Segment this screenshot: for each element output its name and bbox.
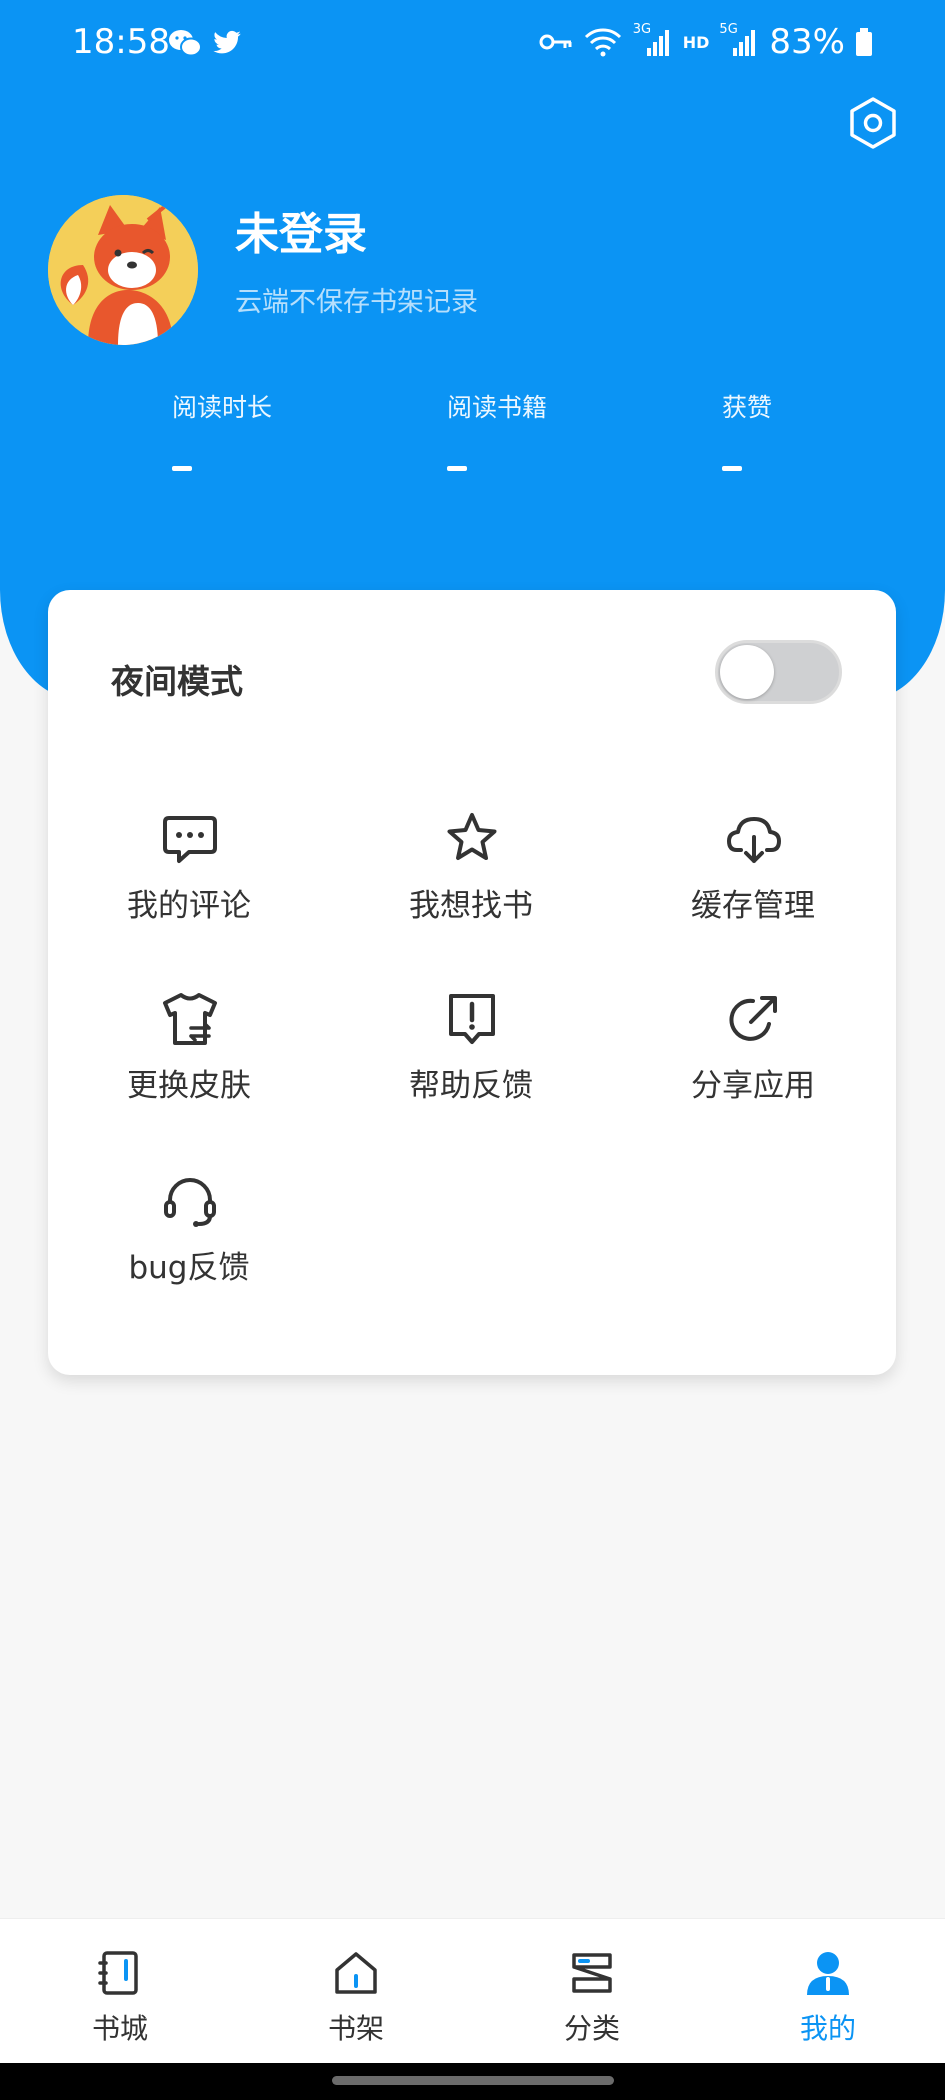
cloud-download-icon xyxy=(727,817,781,863)
grid-label: 帮助反馈 xyxy=(409,1068,533,1104)
toggle-knob xyxy=(720,645,774,699)
bottom-nav: 书城 书架 分类 我的 xyxy=(0,1918,945,2063)
signal-bars-icon xyxy=(733,30,756,56)
stat-value-placeholder xyxy=(172,466,192,471)
key-icon xyxy=(539,34,572,50)
status-time: 18:58 xyxy=(72,22,170,62)
change-skin-button[interactable]: 更换皮肤 xyxy=(69,990,309,1140)
nav-bookshelf[interactable]: 书架 xyxy=(276,1919,436,2064)
nav-mine[interactable]: 我的 xyxy=(748,1919,908,2064)
nav-category[interactable]: 分类 xyxy=(512,1919,672,2064)
nav-bookstore[interactable]: 书城 xyxy=(40,1919,200,2064)
feedback-icon xyxy=(449,994,495,1044)
user-name[interactable]: 未登录 xyxy=(235,198,367,262)
fox-avatar-image xyxy=(48,195,198,345)
book-icon xyxy=(98,1951,138,1995)
cache-manage-button[interactable]: 缓存管理 xyxy=(633,810,873,960)
nav-label: 分类 xyxy=(563,2012,620,2045)
home-gesture-bar[interactable] xyxy=(332,2076,614,2085)
stat-reading-time: 阅读时长 xyxy=(172,388,273,471)
grid-label: 我的评论 xyxy=(127,888,251,924)
grid-label: 缓存管理 xyxy=(691,888,815,924)
stat-label: 阅读时长 xyxy=(172,393,273,422)
settings-card: 夜间模式 我的评论 我想找书 缓存管理 更换皮肤 帮助反馈 分享应用 bug反馈 xyxy=(48,590,896,1375)
grid-label: bug反馈 xyxy=(128,1250,250,1286)
person-icon xyxy=(807,1952,849,1995)
stat-value-placeholder xyxy=(447,466,467,471)
settings-icon[interactable] xyxy=(848,96,898,150)
nav-label: 我的 xyxy=(799,2012,856,2045)
nav-label: 书城 xyxy=(91,2012,148,2045)
stat-label: 获赞 xyxy=(722,393,773,422)
status-indicators: 3G HD 5G 83% xyxy=(539,22,873,62)
status-bar: 18:58 3G HD 5G 83% xyxy=(0,0,945,90)
my-comments-button[interactable]: 我的评论 xyxy=(69,810,309,960)
shirt-icon xyxy=(163,993,217,1045)
stat-value-placeholder xyxy=(722,466,742,471)
twitter-icon xyxy=(213,30,241,54)
headset-icon xyxy=(164,1178,216,1227)
help-feedback-button[interactable]: 帮助反馈 xyxy=(351,990,591,1140)
battery-percent: 83% xyxy=(769,22,845,62)
category-icon xyxy=(572,1953,612,1993)
network-hd-label: HD xyxy=(682,32,710,52)
system-nav-bar xyxy=(0,2063,945,2100)
wifi-icon xyxy=(584,28,621,57)
avatar[interactable] xyxy=(48,195,198,345)
signal-5g: 5G xyxy=(719,22,759,58)
user-subtitle: 云端不保存书架记录 xyxy=(235,287,478,318)
find-book-button[interactable]: 我想找书 xyxy=(351,810,591,960)
bug-feedback-button[interactable]: bug反馈 xyxy=(69,1172,309,1322)
stat-likes: 获赞 xyxy=(722,388,773,471)
signal-3g: 3G xyxy=(633,22,673,58)
battery-icon xyxy=(856,28,872,56)
grid-label: 更换皮肤 xyxy=(127,1068,251,1104)
share-icon xyxy=(729,996,777,1041)
star-icon xyxy=(447,813,497,860)
grid-label: 分享应用 xyxy=(691,1068,815,1104)
signal-bars-icon xyxy=(646,30,669,56)
wechat-icon xyxy=(169,30,202,57)
chat-bubble-icon xyxy=(163,816,217,863)
night-mode-label: 夜间模式 xyxy=(111,662,243,701)
nav-label: 书架 xyxy=(327,2012,384,2045)
home-icon xyxy=(335,1952,377,1994)
share-app-button[interactable]: 分享应用 xyxy=(633,990,873,1140)
grid-label: 我想找书 xyxy=(409,888,533,924)
stat-label: 阅读书籍 xyxy=(447,393,548,422)
stat-books-read: 阅读书籍 xyxy=(447,388,548,471)
night-mode-toggle[interactable] xyxy=(715,640,842,704)
